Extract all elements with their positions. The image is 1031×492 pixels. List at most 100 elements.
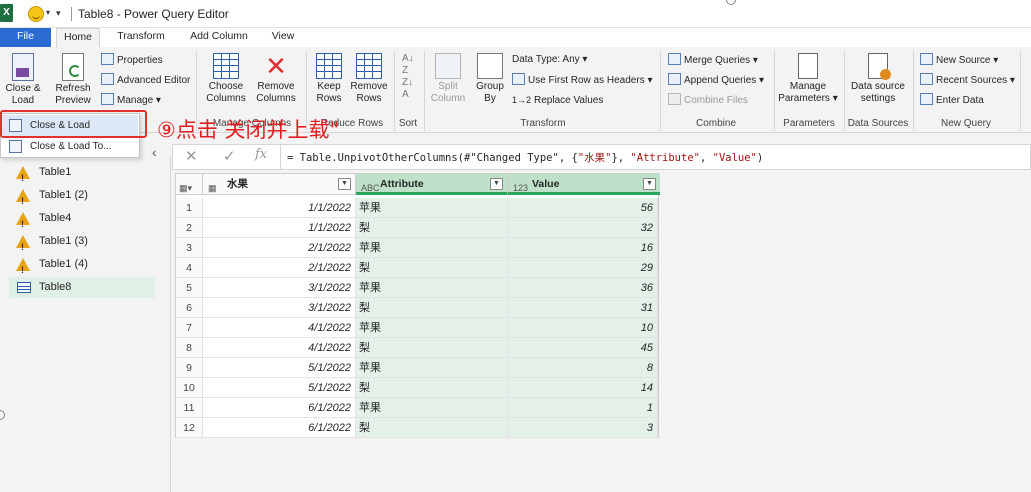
column-header[interactable]: ▦ 水果 ▼	[203, 174, 356, 195]
tab-transform[interactable]: Transform	[110, 28, 172, 47]
table-cell-attribute[interactable]: 梨	[356, 378, 508, 398]
remove-rows-button[interactable]: Remove Rows	[348, 53, 390, 105]
data-type-dropdown[interactable]: Data Type: Any ▾	[512, 53, 587, 67]
fx-icon[interactable]: fx	[255, 147, 267, 162]
cancel-formula-icon[interactable]: ✕	[185, 147, 198, 165]
row-number[interactable]: 6	[176, 298, 203, 318]
row-number[interactable]: 9	[176, 358, 203, 378]
manage-parameters-button[interactable]: Manage Parameters ▾	[776, 53, 840, 105]
column-header[interactable]: 123 Value ▼	[508, 174, 660, 195]
sort-descending-icon[interactable]: Z↓ A	[402, 77, 413, 101]
table-cell-value[interactable]: 56	[508, 198, 658, 218]
row-number[interactable]: 1	[176, 198, 203, 218]
advanced-editor-button[interactable]: Advanced Editor	[101, 73, 190, 87]
table-cell-attribute[interactable]: 梨	[356, 298, 508, 318]
table-cell-value[interactable]: 1	[508, 398, 658, 418]
enter-data-button[interactable]: Enter Data	[920, 93, 984, 107]
table-menu-icon[interactable]: ▦▾	[179, 178, 192, 198]
tab-file[interactable]: File	[0, 28, 51, 47]
new-source-button[interactable]: New Source ▾	[920, 53, 998, 67]
table-cell-date[interactable]: 3/1/2022	[203, 298, 356, 318]
sort-ascending-icon[interactable]: A↓ Z	[402, 53, 414, 77]
query-item[interactable]: Table1 (2)	[9, 185, 155, 212]
table-cell-value[interactable]: 3	[508, 418, 658, 438]
confirm-formula-icon[interactable]: ✓	[223, 147, 236, 165]
table-cell-attribute[interactable]: 苹果	[356, 278, 508, 298]
filter-dropdown-icon[interactable]: ▼	[490, 178, 503, 190]
table-cell-value[interactable]: 29	[508, 258, 658, 278]
filter-dropdown-icon[interactable]: ▼	[643, 178, 656, 190]
formula-input[interactable]: = Table.UnpivotOtherColumns(#"Changed Ty…	[287, 150, 763, 165]
row-number[interactable]: 4	[176, 258, 203, 278]
choose-columns-button[interactable]: Choose Columns	[202, 53, 250, 105]
table-cell-attribute[interactable]: 苹果	[356, 238, 508, 258]
row-number[interactable]: 7	[176, 318, 203, 338]
recent-sources-button[interactable]: Recent Sources ▾	[920, 73, 1015, 87]
table-cell-value[interactable]: 16	[508, 238, 658, 258]
table-cell-value[interactable]: 32	[508, 218, 658, 238]
tab-home[interactable]: Home	[56, 28, 100, 47]
table-cell-attribute[interactable]: 苹果	[356, 358, 508, 378]
query-item[interactable]: Table1	[9, 162, 155, 189]
table-cell-attribute[interactable]: 苹果	[356, 318, 508, 338]
query-item[interactable]: Table1 (3)	[9, 231, 155, 258]
close-load-button[interactable]: Close & Load	[3, 53, 43, 107]
query-item[interactable]: Table1 (4)	[9, 254, 155, 281]
table-cell-date[interactable]: 4/1/2022	[203, 338, 356, 358]
feedback-smiley-icon[interactable]	[28, 6, 44, 22]
group-by-button[interactable]: Group By	[472, 53, 508, 105]
table-cell-date[interactable]: 1/1/2022	[203, 218, 356, 238]
column-header[interactable]: ABC Attribute ▼	[356, 174, 508, 195]
append-queries-button[interactable]: Append Queries ▾	[668, 73, 764, 87]
use-first-row-button[interactable]: Use First Row as Headers ▾	[512, 73, 653, 87]
refresh-preview-button[interactable]: Refresh Preview	[50, 53, 96, 107]
table-cell-date[interactable]: 5/1/2022	[203, 358, 356, 378]
properties-button[interactable]: Properties	[101, 53, 163, 67]
table-cell-date[interactable]: 5/1/2022	[203, 378, 356, 398]
table-cell-value[interactable]: 31	[508, 298, 658, 318]
row-number[interactable]: 8	[176, 338, 203, 358]
replace-values-button[interactable]: 1→2 Replace Values	[512, 93, 603, 107]
table-cell-date[interactable]: 4/1/2022	[203, 318, 356, 338]
table-cell-attribute[interactable]: 梨	[356, 338, 508, 358]
table-cell-value[interactable]: 36	[508, 278, 658, 298]
remove-columns-button[interactable]: ✕ Remove Columns	[252, 53, 300, 105]
table-cell-attribute[interactable]: 梨	[356, 418, 508, 438]
manage-button[interactable]: Manage ▾	[101, 93, 161, 107]
row-number[interactable]: 5	[176, 278, 203, 298]
query-item[interactable]: Table4	[9, 208, 155, 235]
quick-access-dropdown-icon[interactable]: ▾	[56, 8, 61, 19]
combine-files-button[interactable]: Combine Files	[668, 93, 748, 107]
table-cell-attribute[interactable]: 梨	[356, 258, 508, 278]
table-cell-date[interactable]: 2/1/2022	[203, 238, 356, 258]
table-cell-value[interactable]: 8	[508, 358, 658, 378]
row-number[interactable]: 11	[176, 398, 203, 418]
table-cell-value[interactable]: 14	[508, 378, 658, 398]
smiley-dropdown-icon[interactable]: ▾	[46, 8, 50, 17]
query-item-selected[interactable]: Table8	[9, 277, 155, 298]
close-and-load-to-menu-item[interactable]: Close & Load To...	[2, 136, 138, 157]
merge-queries-button[interactable]: Merge Queries ▾	[668, 53, 758, 67]
table-cell-value[interactable]: 10	[508, 318, 658, 338]
data-source-settings-button[interactable]: Data source settings	[846, 53, 910, 105]
table-cell-attribute[interactable]: 苹果	[356, 398, 508, 418]
table-cell-value[interactable]: 45	[508, 338, 658, 358]
tab-add-column[interactable]: Add Column	[185, 28, 253, 47]
grid-corner[interactable]: ▦▾	[176, 174, 203, 195]
table-cell-date[interactable]: 1/1/2022	[203, 198, 356, 218]
row-number[interactable]: 2	[176, 218, 203, 238]
row-number[interactable]: 12	[176, 418, 203, 438]
collapse-pane-icon[interactable]: ‹	[152, 144, 157, 160]
split-column-button[interactable]: Split Column	[428, 53, 468, 105]
table-cell-date[interactable]: 3/1/2022	[203, 278, 356, 298]
keep-rows-button[interactable]: Keep Rows	[312, 53, 346, 105]
row-number[interactable]: 10	[176, 378, 203, 398]
table-cell-attribute[interactable]: 苹果	[356, 198, 508, 218]
table-cell-date[interactable]: 6/1/2022	[203, 418, 356, 438]
row-number[interactable]: 3	[176, 238, 203, 258]
filter-dropdown-icon[interactable]: ▼	[338, 178, 351, 190]
tab-view[interactable]: View	[268, 28, 298, 47]
table-cell-date[interactable]: 6/1/2022	[203, 398, 356, 418]
table-cell-date[interactable]: 2/1/2022	[203, 258, 356, 278]
table-cell-attribute[interactable]: 梨	[356, 218, 508, 238]
